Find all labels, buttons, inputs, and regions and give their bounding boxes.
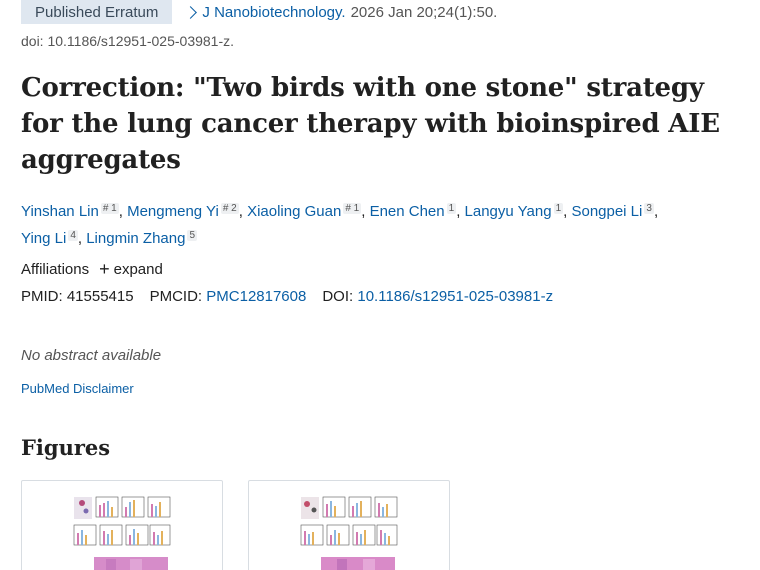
identifiers-row: PMID: 41555415 PMCID: PMC12817608 DOI: 1… [21, 288, 553, 305]
author-list: Yinshan Lin # 1, Mengmeng Yi # 2, Xiaoling… [21, 203, 659, 247]
doi-link[interactable]: 10.1186/s12951-025-03981-z [357, 288, 553, 305]
pmcid-link[interactable]: PMC12817608 [206, 288, 306, 305]
pmcid-label: PMCID: [149, 288, 203, 305]
author-affiliation-sup[interactable]: 1 [446, 203, 457, 214]
pmid-label: PMID: [21, 288, 63, 305]
author-link[interactable]: Lingmin Zhang [86, 230, 185, 247]
pubmed-disclaimer-link[interactable]: PubMed Disclaimer [21, 381, 134, 396]
author-affiliation-sup[interactable]: 3 [644, 203, 654, 214]
chevron-right-icon [184, 5, 198, 19]
author-affiliation-sup[interactable]: # 1 [100, 203, 119, 214]
figures-heading: Figures [21, 435, 111, 460]
author-affiliation-sup[interactable]: 5 [187, 230, 198, 241]
author-link[interactable]: Ying Li [21, 230, 66, 247]
author-affiliation-sup[interactable]: # 1 [343, 203, 362, 214]
affiliations-label: Affiliations [21, 260, 90, 278]
citation-details: 2026 Jan 20;24(1):50. [350, 3, 498, 21]
author-affiliation-sup[interactable]: 1 [553, 203, 564, 214]
plus-icon: + [99, 259, 110, 279]
author-link[interactable]: Songpei Li [571, 203, 642, 220]
figure-thumbnail[interactable] [248, 480, 450, 570]
no-abstract-note: No abstract available [21, 347, 162, 364]
author-link[interactable]: Mengmeng Yi [127, 203, 219, 220]
figure-thumbnail[interactable] [21, 480, 223, 570]
page-title: Correction: "Two birds with one stone" s… [21, 73, 720, 175]
citation-row: Published Erratum J Nanobiotechnology. 2… [21, 0, 497, 24]
figure-image [73, 496, 171, 570]
author-link[interactable]: Xiaoling Guan [247, 203, 341, 220]
journal-link[interactable]: J Nanobiotechnology. [202, 4, 345, 21]
author-affiliation-sup[interactable]: # 2 [220, 203, 239, 214]
doi-line: doi: 10.1186/s12951-025-03981-z. [21, 33, 235, 49]
expand-label: expand [113, 260, 163, 278]
figure-image [300, 496, 398, 570]
author-link[interactable]: Yinshan Lin [21, 203, 99, 220]
author-link[interactable]: Enen Chen [370, 203, 445, 220]
pmid-value: 41555415 [66, 288, 134, 305]
publication-type-badge: Published Erratum [21, 0, 173, 24]
author-affiliation-sup[interactable]: 4 [68, 230, 78, 241]
affiliations-toggle[interactable]: Affiliations + expand [21, 260, 163, 278]
doi-label: DOI: [322, 288, 354, 305]
author-link[interactable]: Langyu Yang [465, 203, 552, 220]
